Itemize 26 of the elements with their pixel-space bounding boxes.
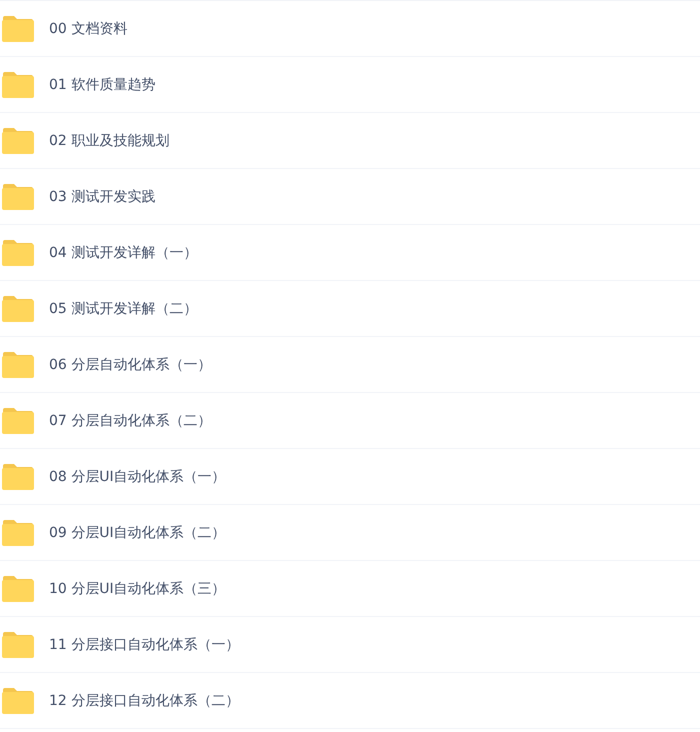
folder-name[interactable]: 08 分层UI自动化体系（一） bbox=[49, 468, 226, 486]
folder-name[interactable]: 06 分层自动化体系（一） bbox=[49, 356, 212, 374]
folder-icon bbox=[2, 520, 34, 546]
folder-icon bbox=[2, 576, 34, 602]
folder-name[interactable]: 04 测试开发详解（一） bbox=[49, 244, 198, 262]
folder-name[interactable]: 11 分层接口自动化体系（一） bbox=[49, 636, 240, 654]
folder-icon bbox=[2, 688, 34, 714]
folder-icon bbox=[2, 16, 34, 42]
folder-name[interactable]: 07 分层自动化体系（二） bbox=[49, 412, 212, 430]
folder-icon bbox=[2, 352, 34, 378]
folder-name[interactable]: 05 测试开发详解（二） bbox=[49, 300, 198, 318]
folder-icon bbox=[2, 240, 34, 266]
folder-name[interactable]: 12 分层接口自动化体系（二） bbox=[49, 692, 240, 710]
folder-icon bbox=[2, 184, 34, 210]
folder-name[interactable]: 00 文档资料 bbox=[49, 20, 128, 38]
folder-icon bbox=[2, 464, 34, 490]
folder-icon bbox=[2, 128, 34, 154]
folder-icon bbox=[2, 296, 34, 322]
folder-name[interactable]: 02 职业及技能规划 bbox=[49, 132, 170, 150]
folder-name[interactable]: 03 测试开发实践 bbox=[49, 188, 156, 206]
folder-icon bbox=[2, 632, 34, 658]
folder-icon bbox=[2, 72, 34, 98]
folder-name[interactable]: 01 软件质量趋势 bbox=[49, 76, 156, 94]
folder-name[interactable]: 10 分层UI自动化体系（三） bbox=[49, 580, 226, 598]
folder-icon bbox=[2, 408, 34, 434]
folder-name[interactable]: 09 分层UI自动化体系（二） bbox=[49, 524, 226, 542]
